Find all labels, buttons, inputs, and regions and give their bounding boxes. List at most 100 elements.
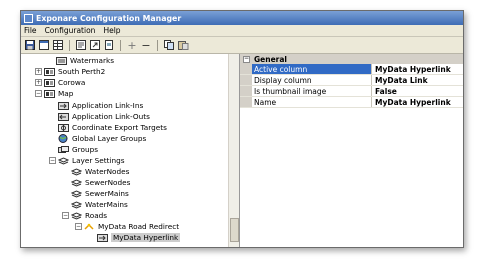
row-gutter bbox=[240, 64, 252, 74]
layer-icon bbox=[71, 200, 82, 209]
tree-item-label: MyData Road Redirect bbox=[98, 222, 180, 231]
property-row[interactable]: Is thumbnail image False bbox=[240, 86, 463, 97]
window-title: Exponare Configuration Manager bbox=[36, 13, 182, 23]
tree-item-layer-settings[interactable]: − Layer Settings bbox=[49, 156, 125, 165]
tree-item-label: Application Link-Ins bbox=[72, 101, 144, 110]
tree-item-mydata-hyperlink[interactable]: MyData Hyperlink bbox=[97, 233, 181, 242]
hyperlink-icon bbox=[97, 233, 108, 242]
property-name: Active column bbox=[252, 64, 372, 74]
layer-icon bbox=[71, 178, 82, 187]
toolbar: + − bbox=[21, 37, 463, 54]
tree-item-label: SewerMains bbox=[85, 189, 129, 198]
toolbar-separator bbox=[69, 39, 70, 51]
property-name: Name bbox=[252, 97, 372, 107]
link-icon bbox=[58, 112, 69, 121]
tree-item-watermarks[interactable]: Watermarks bbox=[56, 56, 114, 65]
redirect-icon bbox=[84, 223, 95, 231]
add-icon[interactable]: + bbox=[126, 39, 138, 52]
target-icon bbox=[58, 123, 69, 132]
collapse-icon[interactable]: − bbox=[35, 90, 42, 97]
property-grid[interactable]: − General Active column MyData Hyperlink… bbox=[240, 54, 463, 247]
scrollbar-thumb[interactable] bbox=[230, 218, 239, 242]
layer-icon bbox=[71, 189, 82, 198]
expand-icon[interactable]: + bbox=[35, 68, 42, 75]
property-value[interactable]: False bbox=[372, 86, 397, 96]
property-value[interactable]: MyData Hyperlink bbox=[372, 97, 451, 107]
remove-icon[interactable]: − bbox=[140, 39, 152, 52]
tree-item-label: Map bbox=[58, 89, 74, 98]
tree-item-south-perth2[interactable]: + South Perth2 bbox=[35, 67, 105, 76]
tree-item-label: MyData Hyperlink bbox=[111, 233, 181, 242]
title-bar: Exponare Configuration Manager bbox=[21, 11, 463, 25]
export-icon[interactable] bbox=[89, 39, 101, 51]
collapse-icon[interactable]: − bbox=[49, 157, 56, 164]
menu-configuration[interactable]: Configuration bbox=[45, 26, 96, 35]
collapse-icon[interactable]: − bbox=[62, 212, 69, 219]
tree-item-label: WaterNodes bbox=[85, 167, 130, 176]
row-gutter bbox=[240, 75, 252, 85]
menu-help[interactable]: Help bbox=[103, 26, 120, 35]
save-icon[interactable] bbox=[24, 39, 36, 51]
layer-icon bbox=[71, 211, 82, 220]
tree-item-map[interactable]: − Map bbox=[35, 89, 73, 98]
collapse-icon[interactable]: − bbox=[243, 55, 250, 63]
globe-icon bbox=[58, 134, 69, 143]
document-icon[interactable] bbox=[103, 39, 115, 51]
grid-icon[interactable] bbox=[52, 39, 64, 51]
app-window: Exponare Configuration Manager File Conf… bbox=[20, 10, 464, 248]
window-icon[interactable] bbox=[38, 39, 50, 51]
property-name: Display column bbox=[252, 75, 372, 85]
tree-scrollbar[interactable] bbox=[228, 54, 239, 247]
paste-icon[interactable] bbox=[177, 39, 189, 51]
category-label: General bbox=[254, 54, 287, 64]
tree-item-label: Watermarks bbox=[70, 56, 115, 65]
tree-item-coordinate-export-targets[interactable]: Coordinate Export Targets bbox=[58, 123, 167, 132]
tree-item-global-layer-groups[interactable]: Global Layer Groups bbox=[58, 134, 146, 143]
toolbar-separator bbox=[157, 39, 158, 51]
tree-item-label: Coordinate Export Targets bbox=[72, 123, 167, 132]
config-tree[interactable]: Watermarks + South Perth2 + Corowa − Map… bbox=[21, 54, 240, 247]
property-value[interactable]: MyData Hyperlink bbox=[372, 64, 451, 74]
tree-item-watermains[interactable]: WaterMains bbox=[71, 200, 128, 209]
tree-item-label: Application Link-Outs bbox=[72, 112, 150, 121]
open-icon[interactable] bbox=[75, 39, 87, 51]
tree-item-label: SewerNodes bbox=[85, 178, 131, 187]
tree-item-label: Roads bbox=[85, 211, 108, 220]
tree-item-label: Groups bbox=[72, 145, 99, 154]
tree-item-label: Corowa bbox=[58, 78, 86, 87]
row-gutter bbox=[240, 97, 252, 107]
layer-icon bbox=[71, 167, 82, 176]
layer-icon bbox=[56, 56, 67, 65]
group-icon bbox=[58, 145, 69, 154]
row-gutter bbox=[240, 86, 252, 96]
copy-icon[interactable] bbox=[163, 39, 175, 51]
property-name: Is thumbnail image bbox=[252, 86, 372, 96]
tree-item-label: Layer Settings bbox=[72, 156, 125, 165]
map-icon bbox=[44, 78, 55, 87]
tree-item-label: WaterMains bbox=[85, 200, 128, 209]
property-row[interactable]: Active column MyData Hyperlink bbox=[240, 64, 463, 75]
menu-file[interactable]: File bbox=[24, 26, 37, 35]
expand-icon[interactable]: + bbox=[35, 79, 42, 86]
map-icon bbox=[44, 89, 55, 98]
tree-item-application-link-outs[interactable]: Application Link-Outs bbox=[58, 112, 150, 121]
link-icon bbox=[58, 101, 69, 110]
tree-item-mydata-road-redirect[interactable]: − MyData Road Redirect bbox=[75, 222, 179, 231]
tree-item-groups[interactable]: Groups bbox=[58, 145, 98, 154]
property-row[interactable]: Name MyData Hyperlink bbox=[240, 97, 463, 108]
tree-item-roads[interactable]: − Roads bbox=[62, 211, 107, 220]
property-value[interactable]: MyData Link bbox=[372, 75, 428, 85]
property-category[interactable]: − General bbox=[240, 54, 463, 64]
collapse-icon[interactable]: − bbox=[75, 223, 82, 230]
tree-item-application-link-ins[interactable]: Application Link-Ins bbox=[58, 101, 143, 110]
tree-item-sewermains[interactable]: SewerMains bbox=[71, 189, 129, 198]
property-row[interactable]: Display column MyData Link bbox=[240, 75, 463, 86]
tree-item-waternodes[interactable]: WaterNodes bbox=[71, 167, 129, 176]
content-area: Watermarks + South Perth2 + Corowa − Map… bbox=[21, 54, 463, 247]
tree-item-sewernodes[interactable]: SewerNodes bbox=[71, 178, 130, 187]
tree-item-corowa[interactable]: + Corowa bbox=[35, 78, 85, 87]
tree-item-label: South Perth2 bbox=[58, 67, 106, 76]
tree-item-label: Global Layer Groups bbox=[72, 134, 147, 143]
layers-icon bbox=[58, 156, 69, 165]
menu-bar: File Configuration Help bbox=[21, 25, 463, 37]
